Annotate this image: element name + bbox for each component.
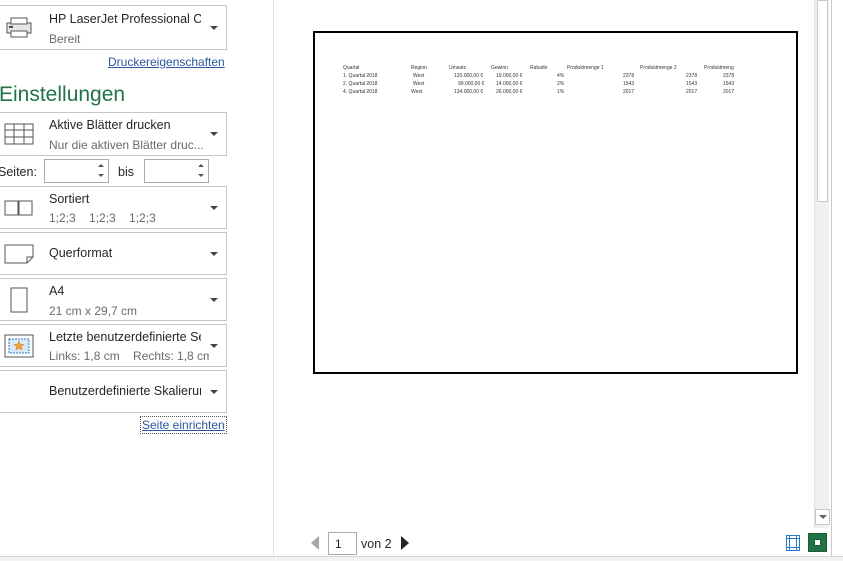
preview-cell: 2017 xyxy=(623,89,635,95)
orientation-dropdown[interactable]: Querformat xyxy=(0,232,227,275)
custom-margins-icon xyxy=(3,331,35,361)
preview-page: Quartal Region Umsatz Gewinn Rabatte Pro… xyxy=(313,31,798,374)
preview-header-cell: Produktmenge 1 xyxy=(567,65,604,71)
show-margins-icon[interactable] xyxy=(786,535,800,551)
spin-arrows xyxy=(194,160,208,182)
previous-page-icon[interactable] xyxy=(311,536,319,550)
preview-header-cell: Quartal xyxy=(343,65,360,71)
preview-cell: 1543 xyxy=(723,81,735,87)
preview-cell: 2378 xyxy=(686,73,698,79)
collation-subtitle: 1;2;3 1;2;3 1;2;3 xyxy=(49,211,156,225)
settings-heading: Einstellungen xyxy=(0,83,126,106)
spin-up-icon[interactable] xyxy=(98,164,104,167)
preview-cell: 2. Quartal 2018 xyxy=(343,81,378,87)
print-preview-area: Quartal Region Umsatz Gewinn Rabatte Pro… xyxy=(275,0,814,561)
spin-down-icon[interactable] xyxy=(98,174,104,177)
chevron-down-icon xyxy=(210,25,218,30)
preview-cell: 26.000,00 € xyxy=(496,89,523,95)
preview-cell: 19.000,00 € xyxy=(496,73,523,79)
preview-cell: 134.000,00 € xyxy=(454,89,484,95)
preview-header-cell: Umsatz xyxy=(449,65,466,71)
collation-dropdown[interactable]: Sortiert 1;2;3 1;2;3 1;2;3 xyxy=(0,186,227,229)
preview-header-cell: Gewinn xyxy=(491,65,508,71)
chevron-down-icon xyxy=(819,515,827,519)
chevron-down-icon xyxy=(210,343,218,348)
chevron-down-icon xyxy=(210,251,218,256)
preview-cell: West xyxy=(411,89,423,95)
preview-cell: 99.000,00 € xyxy=(458,81,485,87)
pages-to-label: bis xyxy=(118,165,134,179)
margins-subtitle: Links: 1,8 cm Rechts: 1,8 cm xyxy=(49,349,209,363)
orientation-title: Querformat xyxy=(49,246,113,260)
preview-header-cell: Rabatte xyxy=(530,65,548,71)
page-count-label: von 2 xyxy=(361,537,392,551)
print-what-subtitle: Nur die aktiven Blätter druc... xyxy=(49,138,204,152)
chevron-down-icon xyxy=(210,297,218,302)
preview-cell: 2017 xyxy=(686,89,698,95)
printer-name: HP LaserJet Professional C... xyxy=(49,12,201,26)
chevron-down-icon xyxy=(210,132,218,136)
next-page-icon[interactable] xyxy=(401,536,409,550)
paper-size-dropdown[interactable]: A4 21 cm x 29,7 cm xyxy=(0,278,227,321)
margins-dropdown[interactable]: Letzte benutzerdefinierte Sei... Links: … xyxy=(0,324,227,367)
page-setup-link[interactable]: Seite einrichten xyxy=(140,416,227,434)
scrollbar-thumb[interactable] xyxy=(817,0,828,202)
preview-cell: 1543 xyxy=(623,81,635,87)
spin-down-icon[interactable] xyxy=(198,174,204,177)
preview-scrollbar[interactable] xyxy=(814,0,830,528)
chevron-down-icon xyxy=(210,389,218,394)
preview-cell: 4% xyxy=(557,73,565,79)
preview-cell: 4. Quartal 2018 xyxy=(343,89,378,95)
current-page-input[interactable]: 1 xyxy=(328,532,357,555)
chevron-down-icon xyxy=(210,205,218,210)
printer-properties-link[interactable]: Druckereigenschaften xyxy=(108,55,225,69)
preview-header-cell: Produktmeng xyxy=(704,65,734,71)
collated-pages-icon xyxy=(3,193,35,223)
pages-to-stepper[interactable] xyxy=(144,159,209,183)
landscape-page-icon xyxy=(3,239,35,269)
preview-cell: 14.000,00 € xyxy=(496,81,523,87)
scaling-dropdown[interactable]: Benutzerdefinierte Skalierung xyxy=(0,370,227,413)
print-settings-panel: HP LaserJet Professional C... Bereit Dru… xyxy=(0,0,274,561)
preview-cell: 2378 xyxy=(623,73,635,79)
preview-cell: 1% xyxy=(557,89,565,95)
spin-arrows xyxy=(94,160,108,182)
preview-cell: 2378 xyxy=(723,73,735,79)
pages-from-stepper[interactable] xyxy=(44,159,109,183)
print-what-title: Aktive Blätter drucken xyxy=(49,118,171,132)
print-backstage: HP LaserJet Professional C... Bereit Dru… xyxy=(0,0,843,561)
bottom-strip xyxy=(0,556,843,561)
preview-cell: 1543 xyxy=(686,81,698,87)
printer-dropdown[interactable]: HP LaserJet Professional C... Bereit xyxy=(0,5,227,50)
preview-cell: West xyxy=(413,73,425,79)
spin-up-icon[interactable] xyxy=(198,164,204,167)
pages-label: Seiten: xyxy=(0,165,37,179)
window-edge xyxy=(831,0,843,561)
zoom-page-glyph xyxy=(814,539,821,546)
paper-size-subtitle: 21 cm x 29,7 cm xyxy=(49,304,138,318)
preview-cell: West xyxy=(413,81,425,87)
scroll-down-button[interactable] xyxy=(815,509,830,525)
collation-title: Sortiert xyxy=(49,192,90,206)
print-what-dropdown[interactable]: Aktive Blätter drucken Nur die aktiven B… xyxy=(0,112,227,156)
zoom-to-page-icon[interactable] xyxy=(808,533,827,552)
preview-cell: 2% xyxy=(557,81,565,87)
preview-cell: 120.000,00 € xyxy=(454,73,484,79)
margins-title: Letzte benutzerdefinierte Sei... xyxy=(49,330,201,344)
preview-header-cell: Produktmenge 2 xyxy=(640,65,677,71)
printer-icon xyxy=(3,13,35,43)
scaling-title: Benutzerdefinierte Skalierung xyxy=(49,384,201,398)
printer-status: Bereit xyxy=(49,32,81,46)
paper-size-title: A4 xyxy=(49,284,65,298)
portrait-page-icon xyxy=(3,285,35,315)
sheet-grid-icon xyxy=(3,119,35,149)
preview-cell: 1. Quartal 2018 xyxy=(343,73,378,79)
preview-header-cell: Region xyxy=(411,65,427,71)
preview-cell: 2017 xyxy=(723,89,735,95)
